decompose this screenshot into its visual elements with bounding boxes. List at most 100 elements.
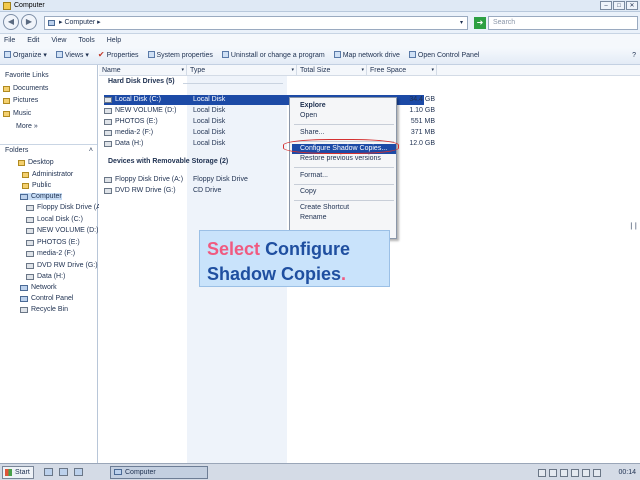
chevron-down-icon: ▾ — [431, 67, 434, 73]
minimize-button[interactable]: – — [600, 1, 612, 10]
free-space-e: 551 MB — [410, 118, 435, 125]
column-free-space[interactable]: Free Space ▾ — [367, 65, 437, 76]
network-drive-icon — [333, 51, 341, 59]
clock[interactable]: 00:14 — [618, 469, 640, 476]
network-icon — [20, 284, 28, 291]
tray-icon[interactable] — [593, 468, 601, 477]
organize-button[interactable]: Organize ▾ — [4, 47, 47, 65]
help-icon[interactable]: ? — [632, 47, 636, 65]
menu-separator — [294, 184, 394, 185]
program-icon — [221, 51, 229, 59]
folders-heading[interactable]: Folders ˄ — [0, 144, 97, 156]
views-icon — [55, 51, 63, 59]
menu-edit[interactable]: Edit — [27, 34, 39, 47]
tree-recycle-bin[interactable]: Recycle Bin — [20, 306, 68, 313]
chevron-up-icon[interactable]: ˄ — [89, 145, 93, 157]
back-arrow-icon[interactable]: ◀ — [3, 14, 19, 30]
start-button[interactable]: Start — [2, 466, 34, 479]
browser-icon[interactable] — [74, 468, 83, 476]
tree-local-disk-c[interactable]: Local Disk (C:) — [26, 216, 83, 223]
window-controls: – □ ✕ — [600, 1, 638, 10]
highlight-ring — [283, 139, 399, 154]
command-toolbar: Organize ▾ Views ▾ ✔ Properties System pr… — [0, 47, 640, 65]
tree-desktop[interactable]: Desktop — [18, 159, 54, 166]
menu-copy[interactable]: Copy — [300, 187, 316, 197]
tree-network[interactable]: Network — [20, 284, 57, 291]
menu-explore[interactable]: Explore — [300, 101, 326, 111]
context-menu: Explore Open Share... Configure Shadow C… — [289, 97, 397, 239]
menu-open[interactable]: Open — [300, 111, 317, 121]
drive-icon — [26, 239, 34, 246]
menu-file[interactable]: File — [4, 34, 15, 47]
pane-resize-handle[interactable]: ▏▏ — [631, 223, 640, 230]
show-desktop-icon[interactable] — [44, 468, 53, 476]
fav-pictures[interactable]: Pictures — [3, 97, 38, 104]
tree-media-f[interactable]: media-2 (F:) — [26, 250, 75, 257]
tree-dvd-g[interactable]: DVD RW Drive (G:) — [26, 262, 98, 269]
menu-help[interactable]: Help — [107, 34, 121, 47]
free-space-d: 1.10 GB — [409, 107, 435, 114]
views-button[interactable]: Views ▾ — [55, 47, 89, 65]
tray-icon[interactable] — [560, 468, 568, 477]
fav-more[interactable]: More » — [16, 123, 38, 130]
system-icon — [147, 51, 155, 59]
column-headers: Name ▾ Type ▾ Total Size ▾ Free Space ▾ — [99, 65, 640, 76]
control-panel-icon — [20, 295, 28, 302]
tree-control-panel[interactable]: Control Panel — [20, 295, 73, 302]
menu-share[interactable]: Share... — [300, 128, 325, 138]
forward-arrow-icon[interactable]: ▶ — [21, 14, 37, 30]
group-hard-disk-drives[interactable]: Hard Disk Drives (5) — [108, 78, 175, 85]
search-input[interactable]: Search — [488, 16, 638, 30]
address-input[interactable]: ▸ Computer ▸ ▾ — [44, 16, 468, 30]
address-path: ▸ Computer ▸ — [59, 19, 101, 26]
tree-computer[interactable]: Computer — [20, 193, 62, 200]
explorer-icon[interactable] — [59, 468, 68, 476]
volume-tray-icon[interactable] — [582, 468, 590, 477]
desktop-icon — [18, 159, 25, 166]
organize-icon — [4, 51, 11, 59]
free-space-h: 12.0 GB — [409, 140, 435, 147]
tree-administrator[interactable]: Administrator — [22, 171, 73, 178]
control-panel-icon — [408, 51, 416, 59]
tray-icon[interactable] — [549, 468, 557, 477]
system-properties-button[interactable]: System properties — [147, 47, 213, 65]
menu-format[interactable]: Format... — [300, 171, 328, 181]
windows-logo-icon — [5, 469, 12, 476]
fav-music[interactable]: Music — [3, 110, 31, 117]
taskbar-computer-button[interactable]: Computer — [110, 466, 208, 479]
drive-icon — [104, 97, 112, 103]
close-button[interactable]: ✕ — [626, 1, 638, 10]
fav-documents[interactable]: Documents — [3, 85, 48, 92]
tree-public[interactable]: Public — [22, 182, 51, 189]
checkmark-icon: ✔ — [97, 50, 105, 60]
address-bar-area: ◀ ▶ ▸ Computer ▸ ▾ ➜ Search — [0, 12, 640, 34]
menu-view[interactable]: View — [51, 34, 66, 47]
tree-data-h[interactable]: Data (H:) — [26, 273, 65, 280]
dvd-icon — [26, 262, 34, 269]
menu-rename[interactable]: Rename — [300, 213, 326, 223]
properties-button[interactable]: ✔ Properties — [98, 46, 139, 65]
chevron-down-icon[interactable]: ▾ — [460, 17, 463, 29]
network-tray-icon[interactable] — [571, 468, 579, 477]
column-name[interactable]: Name ▾ — [99, 65, 187, 76]
computer-icon — [3, 2, 11, 10]
tree-new-volume-d[interactable]: NEW VOLUME (D:) — [26, 227, 98, 234]
refresh-icon[interactable]: ➜ — [474, 17, 486, 29]
menu-create-shortcut[interactable]: Create Shortcut — [300, 203, 349, 213]
open-control-panel-button[interactable]: Open Control Panel — [408, 47, 479, 65]
column-total-size[interactable]: Total Size ▾ — [297, 65, 367, 76]
tray-icon[interactable] — [538, 468, 546, 477]
tree-photos-e[interactable]: PHOTOS (E:) — [26, 239, 80, 246]
drive-icon — [26, 273, 34, 280]
uninstall-button[interactable]: Uninstall or change a program — [221, 47, 325, 65]
dvd-icon — [104, 188, 112, 194]
menu-tools[interactable]: Tools — [78, 34, 94, 47]
menu-restore-previous-versions[interactable]: Restore previous versions — [300, 154, 381, 164]
drive-icon — [26, 250, 34, 257]
column-type[interactable]: Type ▾ — [187, 65, 297, 76]
maximize-button[interactable]: □ — [613, 1, 625, 10]
map-network-drive-button[interactable]: Map network drive — [333, 47, 400, 65]
group-removable-storage[interactable]: Devices with Removable Storage (2) — [108, 158, 228, 165]
group-divider — [183, 83, 283, 84]
tree-floppy[interactable]: Floppy Disk Drive (A:) — [26, 204, 105, 211]
